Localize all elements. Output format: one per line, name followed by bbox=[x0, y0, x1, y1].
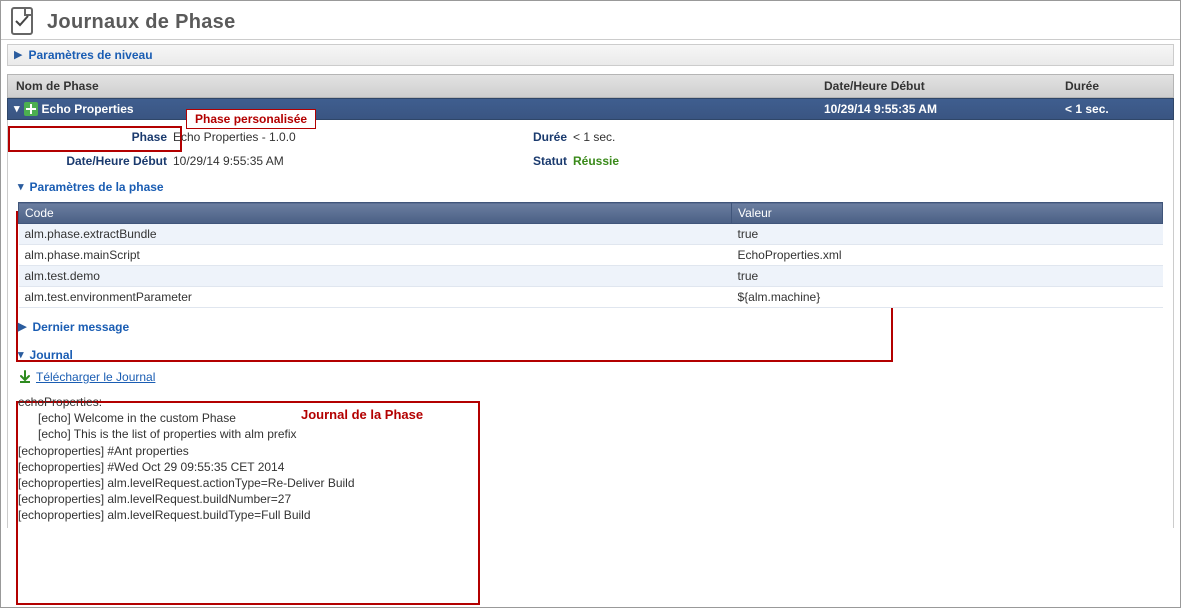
detail-status-label: Statut bbox=[483, 154, 573, 168]
section-phase-params: ▾ Paramètres de la phase Code Valeur alm… bbox=[8, 178, 1173, 308]
page-header: Journaux de Phase bbox=[1, 1, 1180, 40]
detail-duration-value: < 1 sec. bbox=[573, 130, 873, 144]
table-row: alm.test.environmentParameter${alm.machi… bbox=[19, 287, 1163, 308]
section-header-phase-params[interactable]: ▾ Paramètres de la phase bbox=[18, 178, 1163, 196]
level-params-link[interactable]: Paramètres de niveau bbox=[28, 48, 152, 62]
download-journal-link[interactable]: Télécharger le Journal bbox=[36, 370, 155, 384]
table-row: alm.phase.mainScriptEchoProperties.xml bbox=[19, 245, 1163, 266]
phase-row-start: 10/29/14 9:55:35 AM bbox=[816, 99, 1057, 119]
params-cell-code: alm.test.environmentParameter bbox=[19, 287, 732, 308]
columns-header: Nom de Phase Date/Heure Début Durée bbox=[7, 74, 1174, 98]
params-cell-value: true bbox=[732, 224, 1163, 245]
params-cell-code: alm.test.demo bbox=[19, 266, 732, 287]
chevron-down-icon: ▾ bbox=[18, 350, 24, 361]
detail-start-value: 10/29/14 9:55:35 AM bbox=[173, 154, 483, 168]
detail-start-label: Date/Heure Début bbox=[18, 154, 173, 168]
download-icon bbox=[18, 370, 32, 384]
params-th-code: Code bbox=[19, 203, 732, 224]
section-header-last-message[interactable]: ▶ Dernier message bbox=[18, 318, 1163, 336]
plus-icon bbox=[24, 102, 38, 116]
detail-phase-label: Phase bbox=[18, 130, 173, 144]
col-header-start: Date/Heure Début bbox=[816, 75, 1057, 97]
level-params-bar[interactable]: ▶ Paramètres de niveau bbox=[7, 44, 1174, 66]
col-header-name: Nom de Phase bbox=[8, 75, 816, 97]
phase-row[interactable]: ▾ Echo Properties 10/29/14 9:55:35 AM < … bbox=[7, 98, 1174, 120]
document-check-icon bbox=[11, 7, 37, 37]
section-journal: ▾ Journal Télécharger le Journal echoPro… bbox=[8, 346, 1173, 524]
download-journal-row: Télécharger le Journal bbox=[18, 370, 1163, 384]
detail-phase-value: Echo Properties - 1.0.0 bbox=[173, 130, 483, 144]
params-cell-value: EchoProperties.xml bbox=[732, 245, 1163, 266]
section-title-last-message: Dernier message bbox=[32, 320, 129, 334]
page-title: Journaux de Phase bbox=[47, 11, 236, 34]
page-root: Journaux de Phase ▶ Paramètres de niveau… bbox=[0, 0, 1181, 608]
chevron-right-icon: ▶ bbox=[14, 50, 22, 61]
params-cell-code: alm.phase.extractBundle bbox=[19, 224, 732, 245]
params-th-value: Valeur bbox=[732, 203, 1163, 224]
chevron-right-icon: ▶ bbox=[18, 322, 26, 333]
section-last-message: ▶ Dernier message bbox=[8, 318, 1173, 336]
section-header-journal[interactable]: ▾ Journal bbox=[18, 346, 1163, 364]
detail-duration-label: Durée bbox=[483, 130, 573, 144]
table-row: alm.test.demotrue bbox=[19, 266, 1163, 287]
chevron-down-icon: ▾ bbox=[14, 104, 20, 115]
params-cell-code: alm.phase.mainScript bbox=[19, 245, 732, 266]
col-header-duration: Durée bbox=[1057, 75, 1173, 97]
section-title-phase-params: Paramètres de la phase bbox=[30, 180, 164, 194]
params-cell-value: ${alm.machine} bbox=[732, 287, 1163, 308]
params-cell-value: true bbox=[732, 266, 1163, 287]
chevron-down-icon: ▾ bbox=[18, 182, 24, 193]
phase-row-duration: < 1 sec. bbox=[1057, 99, 1173, 119]
params-table: Code Valeur alm.phase.extractBundletruea… bbox=[18, 202, 1163, 308]
table-row: alm.phase.extractBundletrue bbox=[19, 224, 1163, 245]
journal-log: echoProperties: [echo] Welcome in the cu… bbox=[18, 392, 1163, 524]
section-title-journal: Journal bbox=[30, 348, 73, 362]
phase-row-name: Echo Properties bbox=[42, 102, 134, 116]
detail-status-value: Réussie bbox=[573, 154, 873, 168]
phase-details: Phase Echo Properties - 1.0.0 Durée < 1 … bbox=[7, 120, 1174, 528]
detail-grid: Phase Echo Properties - 1.0.0 Durée < 1 … bbox=[8, 130, 1173, 168]
